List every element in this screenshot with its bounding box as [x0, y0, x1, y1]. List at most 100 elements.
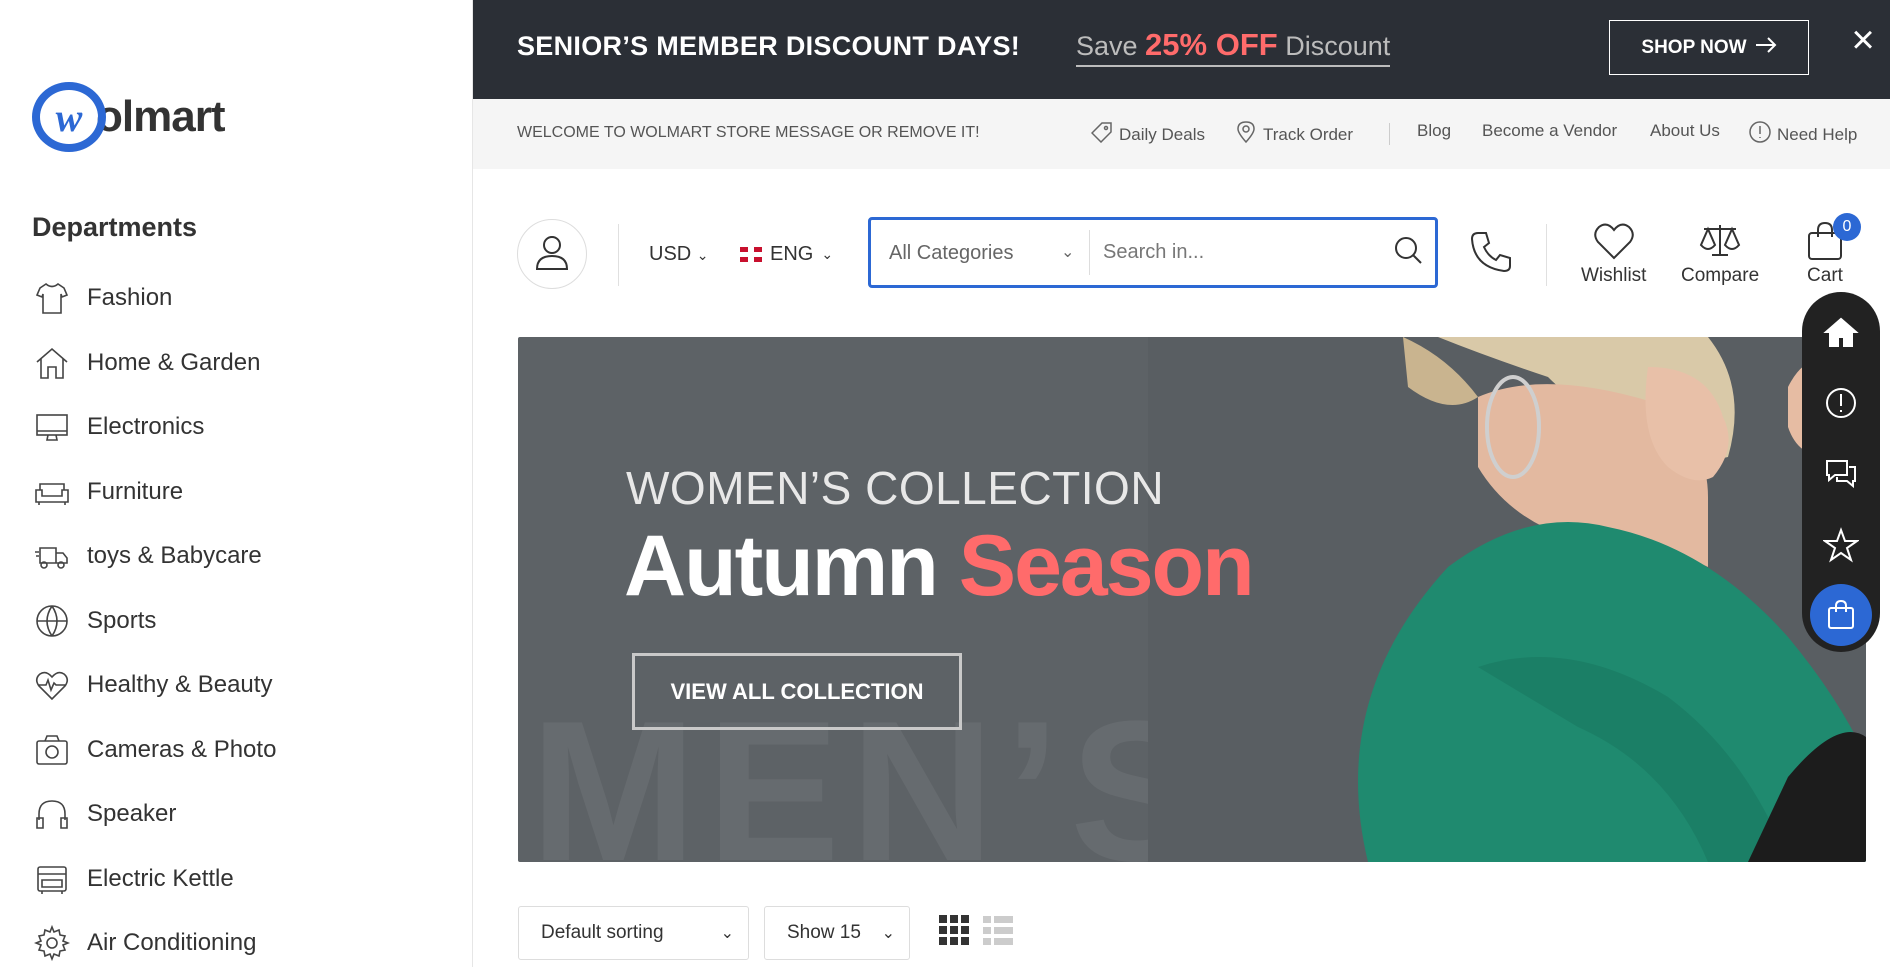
gear-icon	[32, 923, 72, 963]
wishlist-button[interactable]: Wishlist	[1581, 221, 1646, 287]
divider	[1089, 230, 1090, 275]
dept-item-home-garden[interactable]: Home & Garden	[32, 331, 452, 396]
shop-now-label: SHOP NOW	[1641, 36, 1747, 58]
close-promo-button[interactable]: ×	[1845, 20, 1881, 60]
compare-label: Compare	[1681, 265, 1760, 286]
dept-label: Fashion	[87, 284, 173, 312]
tag-icon	[1090, 121, 1113, 148]
become-vendor-label: Become a Vendor	[1482, 121, 1618, 140]
view-all-collection-button[interactable]: VIEW ALL COLLECTION	[632, 653, 962, 730]
arrow-right-icon	[1755, 36, 1777, 59]
main-header: USD ⌄ ENG ⌄ All Categories ⌄ Wishlist Co…	[473, 169, 1890, 337]
dept-item-air-conditioning[interactable]: Air Conditioning	[32, 911, 452, 976]
dept-item-electric-kettle[interactable]: Electric Kettle	[32, 847, 452, 912]
sorting-value: Default sorting	[541, 922, 664, 943]
shop-now-button[interactable]: SHOP NOW	[1609, 20, 1809, 75]
cart-count-badge: 0	[1833, 213, 1861, 241]
monitor-icon	[32, 407, 72, 447]
dept-label: toys & Babycare	[87, 542, 262, 570]
dept-label: Electronics	[87, 413, 205, 441]
location-pin-icon	[1235, 121, 1257, 148]
promo-save-link[interactable]: Save 25% OFF Discount	[1076, 27, 1391, 67]
track-order-link[interactable]: Track Order	[1235, 121, 1353, 148]
promo-banner: SENIOR’S MEMBER DISCOUNT DAYS! Save 25% …	[473, 0, 1890, 99]
currency-value: USD	[649, 243, 692, 265]
currency-dropdown[interactable]: USD ⌄	[649, 243, 709, 266]
show-count-select[interactable]: Show 15 ⌄	[764, 906, 910, 960]
headphones-icon	[32, 794, 72, 834]
floating-quick-bar	[1802, 292, 1880, 652]
departments-list: Fashion Home & Garden Electronics Furnit…	[32, 266, 452, 976]
track-order-label: Track Order	[1263, 124, 1354, 144]
dept-label: Speaker	[87, 800, 177, 828]
search-bar: All Categories ⌄	[868, 217, 1438, 288]
become-vendor-link[interactable]: Become a Vendor	[1482, 121, 1617, 141]
chevron-down-icon: ⌄	[1061, 244, 1075, 261]
cart-label: Cart	[1807, 265, 1843, 286]
dept-label: Electric Kettle	[87, 864, 234, 892]
account-button[interactable]	[517, 219, 587, 289]
dept-label: Furniture	[87, 477, 184, 505]
welcome-message: WELCOME TO WOLMART STORE MESSAGE OR REMO…	[517, 124, 980, 141]
hero-title-accent: Season	[958, 518, 1255, 614]
star-icon[interactable]	[1821, 525, 1861, 565]
dept-label: Sports	[87, 606, 157, 634]
chevron-down-icon: ⌄	[821, 246, 834, 262]
dept-item-sports[interactable]: Sports	[32, 589, 452, 654]
ball-icon	[32, 601, 72, 641]
logo-mark: w	[32, 82, 106, 152]
daily-deals-link[interactable]: Daily Deals	[1090, 121, 1205, 148]
dept-item-electronics[interactable]: Electronics	[32, 395, 452, 460]
wishlist-label: Wishlist	[1581, 265, 1647, 286]
language-value: ENG	[770, 243, 814, 265]
daily-deals-label: Daily Deals	[1119, 124, 1205, 144]
list-view-icon[interactable]	[982, 914, 1014, 946]
hero-banner: MEN’S WOMEN’S COLLECTION Autumn Season V…	[518, 337, 1866, 862]
dept-item-toys-babycare[interactable]: toys & Babycare	[32, 524, 452, 589]
dept-label: Cameras & Photo	[87, 735, 277, 763]
show-count-value: Show 15	[787, 922, 861, 943]
info-icon	[1749, 121, 1771, 148]
blog-link[interactable]: Blog	[1417, 121, 1451, 141]
divider	[618, 224, 619, 286]
user-icon	[532, 232, 572, 277]
compare-button[interactable]: Compare	[1681, 221, 1759, 287]
logo-word: olmart	[96, 92, 225, 141]
top-links-bar: WELCOME TO WOLMART STORE MESSAGE OR REMO…	[473, 99, 1890, 169]
dept-item-healthy-beauty[interactable]: Healthy & Beauty	[32, 653, 452, 718]
need-help-link[interactable]: Need Help	[1749, 121, 1857, 148]
language-dropdown[interactable]: ENG ⌄	[740, 243, 833, 266]
search-icon[interactable]	[1393, 235, 1425, 267]
divider	[1389, 123, 1390, 145]
need-help-label: Need Help	[1777, 124, 1858, 144]
sofa-icon	[32, 472, 72, 512]
chevron-down-icon: ⌄	[881, 925, 895, 942]
heart-icon	[1581, 221, 1646, 261]
dept-item-furniture[interactable]: Furniture	[32, 460, 452, 525]
kettle-icon	[32, 859, 72, 899]
dept-item-fashion[interactable]: Fashion	[32, 266, 452, 331]
dept-item-cameras-photo[interactable]: Cameras & Photo	[32, 718, 452, 783]
home-icon[interactable]	[1821, 312, 1861, 352]
phone-icon[interactable]	[1468, 229, 1514, 275]
search-input[interactable]	[1103, 232, 1383, 272]
shirt-icon	[32, 278, 72, 318]
chat-icon[interactable]	[1821, 453, 1861, 493]
grid-view-icon[interactable]	[938, 914, 970, 946]
about-us-link[interactable]: About Us	[1650, 121, 1720, 141]
sorting-select[interactable]: Default sorting ⌄	[518, 906, 749, 960]
dept-item-speaker[interactable]: Speaker	[32, 782, 452, 847]
shopping-bag-icon[interactable]	[1810, 584, 1872, 646]
uk-flag-icon	[740, 247, 762, 262]
info-icon[interactable]	[1821, 383, 1861, 423]
blog-label: Blog	[1417, 121, 1452, 140]
logo-mark-letter: w	[55, 94, 83, 140]
hero-model-image	[1148, 337, 1866, 862]
category-select[interactable]: All Categories	[889, 242, 1014, 265]
wolmart-logo[interactable]: w olmart	[32, 82, 225, 152]
divider	[1546, 224, 1547, 286]
truck-icon	[32, 536, 72, 576]
hero-title: Autumn Season	[624, 517, 1255, 616]
scale-icon	[1681, 221, 1759, 261]
home-icon	[32, 343, 72, 383]
